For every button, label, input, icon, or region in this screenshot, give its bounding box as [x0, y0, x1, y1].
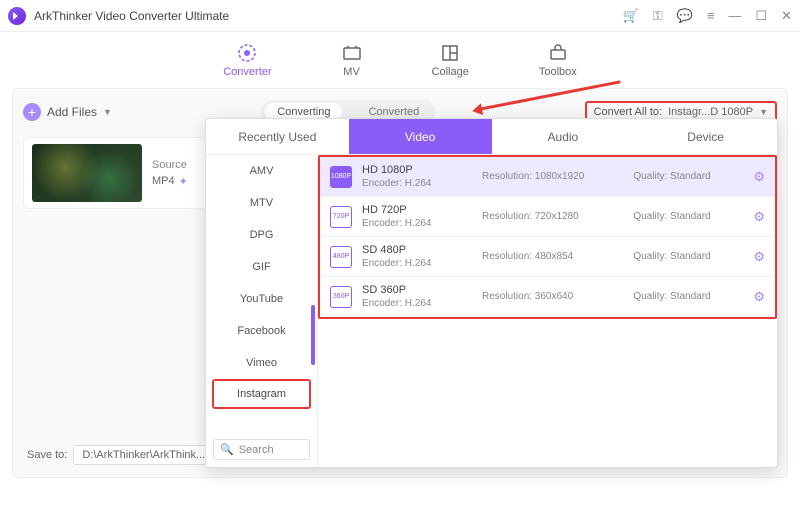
- format-category-list: AMVMTVDPGGIFYouTubeFacebookVimeoInstagra…: [206, 155, 318, 467]
- resolution-icon: 1080P: [330, 166, 352, 188]
- source-label: Source: [152, 159, 188, 171]
- gear-icon[interactable]: ⚙: [753, 169, 765, 185]
- tab-mv[interactable]: MV: [342, 43, 362, 78]
- category-amv[interactable]: AMV: [206, 155, 317, 187]
- chevron-down-icon: ▼: [103, 107, 112, 117]
- popup-tab-video[interactable]: Video: [349, 119, 492, 154]
- tab-toolbox[interactable]: Toolbox: [539, 43, 577, 78]
- menu-icon[interactable]: ≡: [707, 8, 715, 23]
- popup-tab-device[interactable]: Device: [634, 119, 777, 154]
- maximize-icon[interactable]: ☐: [755, 8, 767, 24]
- category-mtv[interactable]: MTV: [206, 187, 317, 219]
- resolution-icon: 360P: [330, 286, 352, 308]
- feedback-icon[interactable]: 💬: [677, 8, 693, 24]
- gear-icon[interactable]: ⚙: [753, 289, 765, 305]
- category-gif[interactable]: GIF: [206, 251, 317, 283]
- category-instagram[interactable]: Instagram: [212, 379, 311, 409]
- add-files-button[interactable]: + Add Files ▼: [23, 103, 112, 121]
- toolbox-icon: [548, 43, 568, 63]
- scrollbar-thumb[interactable]: [311, 305, 315, 365]
- preset-row[interactable]: 360PSD 360PEncoder: H.264Resolution: 360…: [320, 277, 775, 317]
- key-icon[interactable]: ⚿: [653, 8, 663, 24]
- minimize-icon[interactable]: —: [728, 8, 741, 23]
- category-facebook[interactable]: Facebook: [206, 315, 317, 347]
- converter-icon: [237, 43, 257, 63]
- tab-collage[interactable]: Collage: [432, 43, 469, 78]
- resolution-icon: 480P: [330, 246, 352, 268]
- chevron-down-icon: ▼: [759, 107, 768, 117]
- search-icon: 🔍: [220, 443, 234, 456]
- preset-list: 1080PHD 1080PEncoder: H.264Resolution: 1…: [318, 155, 777, 467]
- star-icon[interactable]: ✦: [179, 175, 188, 188]
- resolution-icon: 720P: [330, 206, 352, 228]
- collage-icon: [440, 43, 460, 63]
- file-format: MP4: [152, 175, 175, 187]
- category-vimeo[interactable]: Vimeo: [206, 347, 317, 379]
- plus-icon: +: [23, 103, 41, 121]
- tab-converter[interactable]: Converter: [223, 43, 271, 78]
- gear-icon[interactable]: ⚙: [753, 209, 765, 225]
- search-input[interactable]: 🔍 Search: [213, 439, 310, 460]
- preset-row[interactable]: 720PHD 720PEncoder: H.264Resolution: 720…: [320, 197, 775, 237]
- video-thumbnail: [32, 144, 142, 202]
- app-title: ArkThinker Video Converter Ultimate: [34, 9, 623, 23]
- main-tabs: Converter MV Collage Toolbox: [0, 32, 800, 88]
- popup-tab-recent[interactable]: Recently Used: [206, 119, 349, 154]
- category-dpg[interactable]: DPG: [206, 219, 317, 251]
- popup-tab-audio[interactable]: Audio: [492, 119, 635, 154]
- cart-icon[interactable]: 🛒: [623, 8, 639, 24]
- preset-row[interactable]: 480PSD 480PEncoder: H.264Resolution: 480…: [320, 237, 775, 277]
- gear-icon[interactable]: ⚙: [753, 249, 765, 265]
- close-icon[interactable]: ✕: [781, 8, 792, 24]
- mv-icon: [342, 43, 362, 63]
- app-logo-icon: [8, 7, 26, 25]
- category-youtube[interactable]: YouTube: [206, 283, 317, 315]
- title-bar: ArkThinker Video Converter Ultimate 🛒 ⚿ …: [0, 0, 800, 32]
- preset-row[interactable]: 1080PHD 1080PEncoder: H.264Resolution: 1…: [320, 157, 775, 197]
- format-popup: Recently Used Video Audio Device AMVMTVD…: [205, 118, 778, 468]
